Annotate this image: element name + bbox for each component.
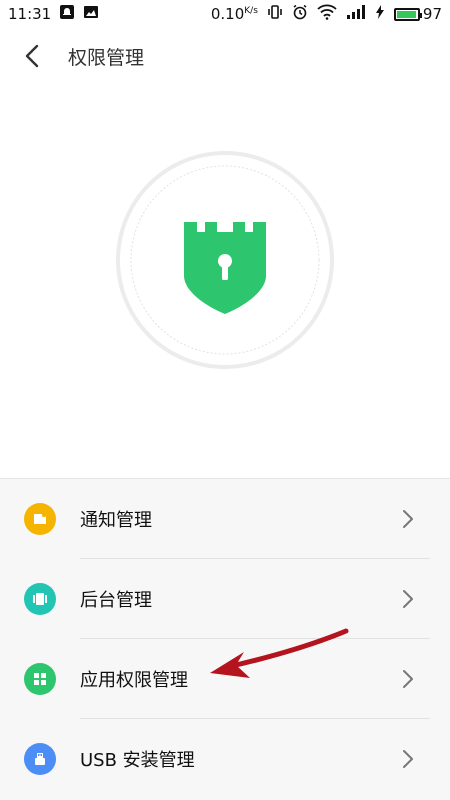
chevron-right-icon	[403, 590, 413, 608]
vibrate-icon	[267, 4, 283, 24]
status-time: 11:31	[8, 5, 52, 23]
list-item-label: 应用权限管理	[80, 670, 188, 691]
chevron-right-icon	[403, 750, 413, 768]
settings-list: 通知管理 后台管理 应用权限管理 USB 安装管理	[0, 478, 450, 800]
list-item-app-permission-management[interactable]: 应用权限管理	[0, 639, 450, 719]
charging-icon	[375, 4, 385, 24]
net-speed: 0.10K/s	[210, 5, 258, 23]
wifi-icon	[317, 4, 337, 24]
notification-icon	[24, 503, 56, 535]
chevron-right-icon	[403, 510, 413, 528]
list-item-label: 通知管理	[80, 510, 152, 531]
battery-icon	[393, 7, 422, 21]
list-item-label: USB 安装管理	[80, 750, 195, 771]
notification-icon	[59, 4, 75, 24]
hero-illustration	[0, 84, 450, 478]
list-item-background-management[interactable]: 后台管理	[0, 559, 450, 639]
battery-level: 97	[422, 5, 442, 23]
chevron-right-icon	[403, 670, 413, 688]
image-icon	[83, 4, 99, 24]
back-arrow-icon	[25, 44, 39, 68]
signal-icon	[346, 4, 366, 24]
usb-icon	[24, 743, 56, 775]
app-grid-icon	[24, 663, 56, 695]
list-item-usb-install-management[interactable]: USB 安装管理	[0, 719, 450, 799]
status-bar: 11:31 0.10K/s 97	[0, 0, 450, 28]
list-item-notification-management[interactable]: 通知管理	[0, 479, 450, 559]
back-button[interactable]	[0, 28, 64, 84]
background-app-icon	[24, 583, 56, 615]
page-title: 权限管理	[68, 46, 145, 69]
alarm-icon	[292, 4, 308, 24]
battery-fill	[396, 10, 417, 18]
security-shield-icon	[116, 151, 334, 369]
header: 权限管理	[0, 28, 450, 84]
battery-indicator: 97	[393, 5, 442, 23]
list-item-label: 后台管理	[80, 590, 152, 611]
